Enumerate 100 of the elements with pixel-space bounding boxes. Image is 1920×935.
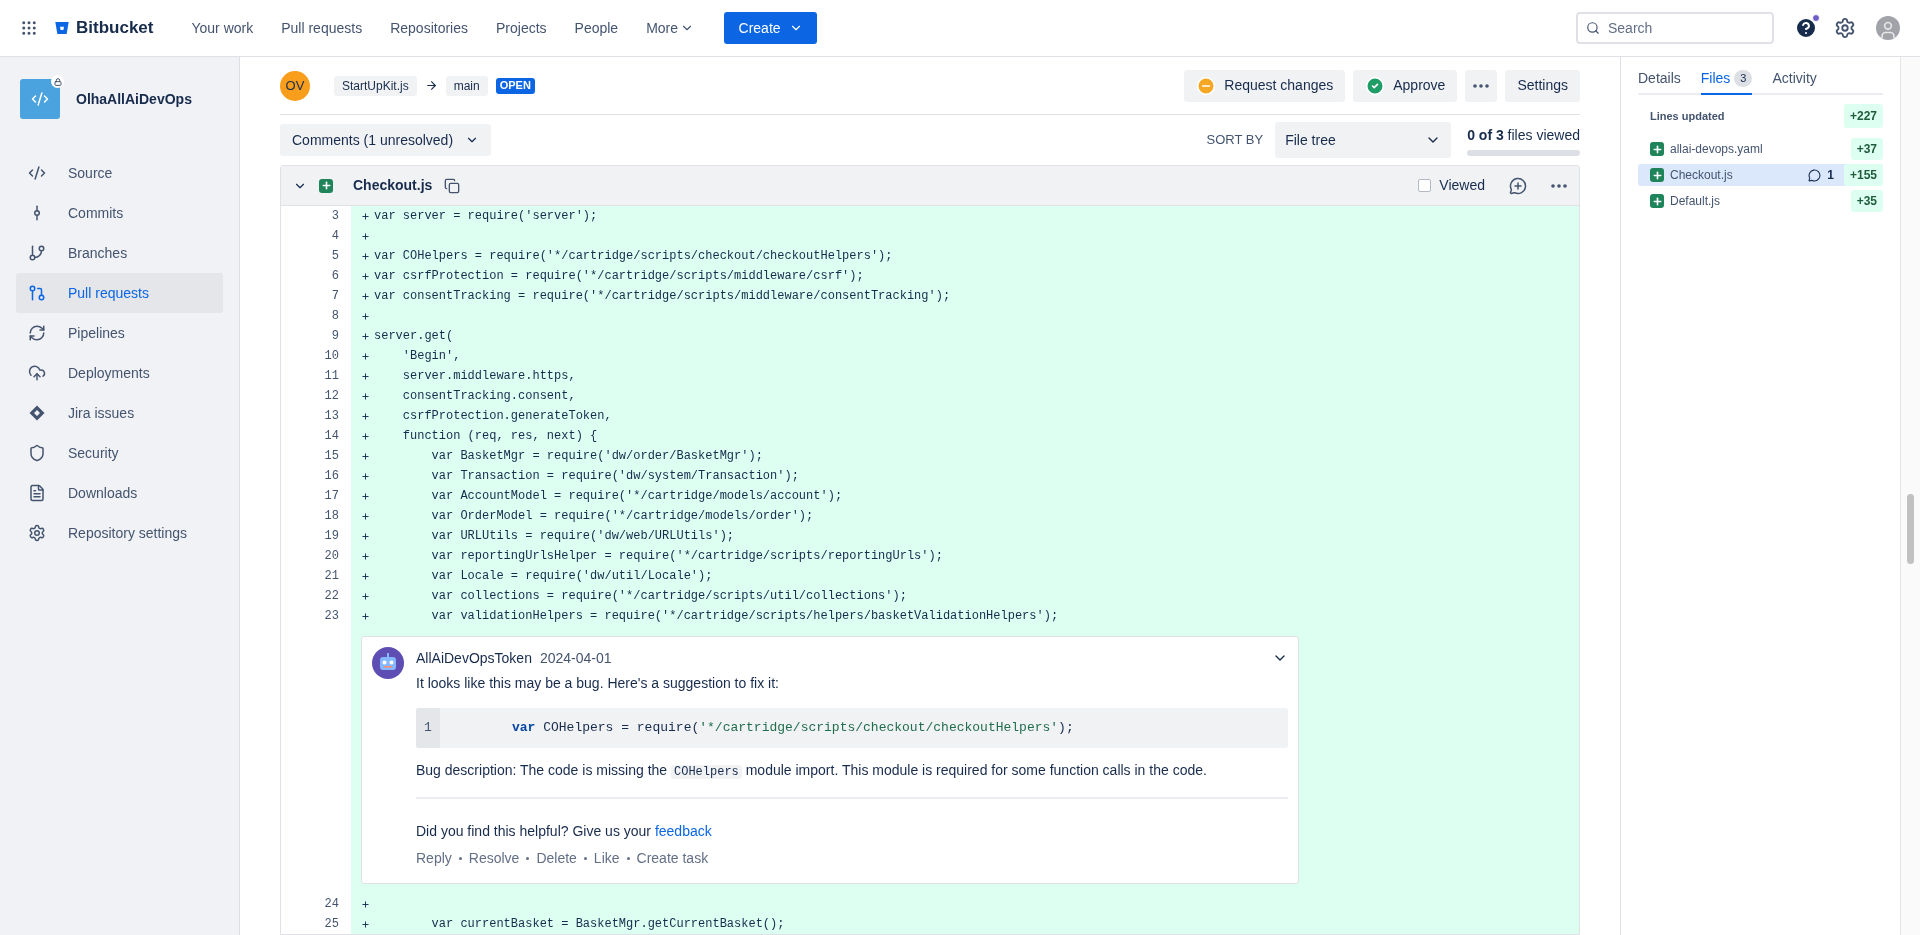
added-marker-icon (359, 431, 371, 441)
feedback-link[interactable]: feedback (654, 823, 712, 839)
sidebar-item[interactable]: Repository settings (16, 513, 223, 553)
code-line: 'Begin', (401, 348, 461, 365)
approve-button[interactable]: Approve (1353, 69, 1458, 102)
line-number: 18 (323, 508, 340, 525)
code-line: var reportingUrlsHelper = require('*/cartridge/scripts/reportingUrls'); (430, 548, 943, 565)
line-number: 22 (323, 588, 340, 605)
added-marker-icon (359, 611, 371, 621)
comment-text: It looks like this may be a bug. Here's a suggestion to fix it: (416, 674, 780, 693)
added-marker-icon (359, 491, 371, 501)
comment-icon (1808, 168, 1822, 182)
line-number: 13 (323, 408, 340, 425)
comment-action-link[interactable]: Delete (536, 848, 577, 869)
line-number: 6 (330, 268, 340, 285)
author-avatar[interactable]: OV (280, 70, 310, 101)
panel-tab[interactable]: Details (1638, 68, 1681, 95)
added-file-icon (1650, 168, 1664, 182)
diamond-icon (28, 404, 46, 422)
added-marker-icon (359, 591, 371, 601)
code-line: var AccountModel = require('*/cartridge/models/account'); (430, 488, 843, 505)
sidebar-item[interactable]: Branches (16, 233, 223, 273)
comment-action-link[interactable]: Reply (416, 848, 452, 869)
added-marker-icon (359, 291, 371, 301)
comment-author[interactable]: AllAiDevOpsToken (416, 647, 532, 669)
sidebar-item[interactable]: Pipelines (16, 313, 223, 353)
search-icon (1586, 21, 1600, 35)
line-number: 25 (323, 916, 340, 933)
panel-tab[interactable]: Files 3 (1700, 68, 1753, 95)
sidebar-item[interactable]: Source (16, 153, 223, 193)
pull-request-icon (28, 284, 46, 302)
nav-link[interactable]: Projects (490, 17, 553, 39)
create-button[interactable]: Create (724, 12, 818, 44)
added-marker-icon (359, 571, 371, 581)
code-line: var COHelpers = require('*/cartridge/scripts/checkout/checkoutHelpers'); (511, 719, 1074, 738)
settings-icon[interactable] (1834, 17, 1856, 39)
sidebar-item[interactable]: Commits (16, 193, 223, 233)
line-number: 23 (323, 608, 340, 625)
added-marker-icon (359, 351, 371, 361)
settings-button[interactable]: Settings (1505, 69, 1580, 102)
scrollbar-thumb[interactable] (1907, 494, 1914, 564)
settings-icon (28, 524, 46, 542)
search-field[interactable]: Search (1576, 12, 1774, 44)
panel-tab[interactable]: Activity (1772, 68, 1817, 95)
product-name: Bitbucket (76, 17, 154, 40)
sidebar-item[interactable]: Jira issues (16, 393, 223, 433)
line-number: 3 (330, 208, 340, 225)
lines-updated-label: Lines updated (1650, 108, 1725, 124)
sidebar-item[interactable]: Security (16, 433, 223, 473)
code-line: var Transaction = require('dw/system/Transaction'); (430, 468, 799, 485)
file-list-item[interactable]: Checkout.js 1 +155 (1638, 164, 1883, 186)
app-switcher-icon[interactable] (20, 19, 38, 37)
branch-tag[interactable]: main (445, 75, 488, 96)
sidebar-item[interactable]: Deployments (16, 353, 223, 393)
code-line: var currentBasket = BasketMgr.getCurrentBasket(); (430, 916, 785, 933)
request-changes-button[interactable]: Request changes (1184, 69, 1346, 102)
add-comment-icon[interactable] (1509, 176, 1527, 195)
file-list-item[interactable]: Default.js +35 (1638, 190, 1883, 212)
added-marker-icon (359, 391, 371, 401)
more-button[interactable] (1465, 69, 1498, 102)
line-number: 17 (323, 488, 340, 505)
more-icon[interactable] (1551, 183, 1567, 188)
lines-added-count: +227 (1843, 104, 1883, 128)
nav-link[interactable]: Pull requests (275, 17, 369, 39)
line-number: 11 (323, 368, 340, 385)
comment-action-link[interactable]: Resolve (468, 848, 520, 869)
file-name: Default.js (1670, 193, 1722, 210)
added-file-icon (1650, 142, 1664, 156)
line-number: 16 (323, 468, 340, 485)
added-marker-icon (359, 531, 371, 541)
file-list-item[interactable]: allai-devops.yaml +37 (1638, 138, 1883, 160)
code-line: var Locale = require('dw/util/Locale'); (430, 568, 713, 585)
comment-action-link[interactable]: Like (593, 848, 620, 869)
repository-avatar (20, 79, 60, 119)
code-line: csrfProtection.generateToken, (401, 408, 612, 425)
document-icon (28, 484, 46, 502)
code-line: var csrfProtection = require('*/cartridge/scripts/middleware/csrf'); (374, 268, 864, 285)
branch-tag[interactable]: StartUpKit.js (334, 75, 417, 96)
code-line: server.middleware.https, (401, 368, 576, 385)
sidebar-item[interactable]: Downloads (16, 473, 223, 513)
comments-filter-dropdown[interactable]: Comments (1 unresolved) (280, 124, 492, 156)
comment-action-link[interactable]: Create task (636, 848, 709, 869)
line-number: 15 (323, 448, 340, 465)
cycle-arrows-icon (28, 324, 46, 342)
viewed-checkbox[interactable]: Viewed (1418, 175, 1485, 196)
help-icon[interactable] (1794, 16, 1818, 40)
nav-link[interactable]: People (568, 17, 625, 39)
bucket-logo-icon (54, 19, 70, 37)
copy-icon[interactable] (444, 177, 461, 194)
sidebar-item[interactable]: Pull requests (16, 273, 223, 313)
lines-added-count: +35 (1850, 190, 1883, 212)
sort-select[interactable]: File tree (1275, 122, 1452, 158)
line-number: 4 (330, 228, 340, 245)
nav-link[interactable]: Repositories (384, 17, 474, 39)
nav-link[interactable]: Your work (185, 17, 260, 39)
code-line: var consentTracking = require('*/cartridge/scripts/middleware/consentTracking'); (374, 288, 951, 305)
added-marker-icon (359, 551, 371, 561)
more-menu[interactable]: More (640, 17, 701, 39)
file-name[interactable]: Checkout.js (353, 175, 433, 196)
arrow-right-icon (424, 79, 438, 92)
